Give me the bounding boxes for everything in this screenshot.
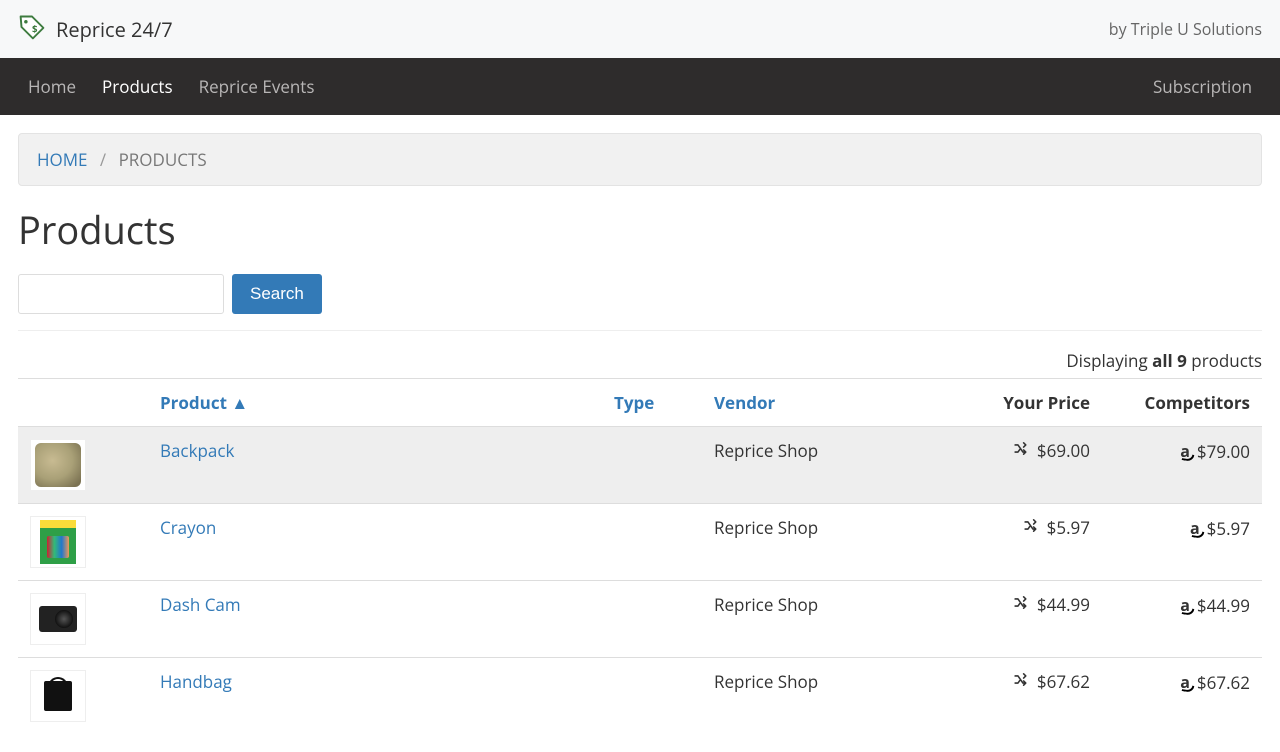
- competitor-price-value: $44.99: [1197, 594, 1250, 617]
- top-bar: $ Reprice 24/7 by Triple U Solutions: [0, 0, 1280, 58]
- cell-thumb: [18, 581, 148, 658]
- cell-product: Dash Cam: [148, 581, 602, 658]
- col-vendor[interactable]: Vendor: [702, 379, 932, 427]
- amazon-icon: a: [1180, 674, 1190, 690]
- search-button[interactable]: Search: [232, 274, 322, 314]
- product-link[interactable]: Handbag: [160, 670, 232, 693]
- product-link[interactable]: Backpack: [160, 439, 234, 462]
- competitor-price-value: $79.00: [1197, 440, 1250, 463]
- byline: by Triple U Solutions: [1109, 18, 1262, 40]
- col-thumb: [18, 379, 148, 427]
- your-price-value: $5.97: [1047, 516, 1090, 539]
- shuffle-icon: [1013, 670, 1030, 693]
- breadcrumb-current: PRODUCTS: [119, 148, 207, 171]
- table-row: Backpack Reprice Shop $69.00 a $79.00: [18, 427, 1262, 504]
- brand: $ Reprice 24/7: [18, 13, 173, 46]
- amazon-icon: a: [1180, 443, 1190, 459]
- cell-competitor: a $79.00: [1102, 427, 1262, 504]
- result-count: Displaying all 9 products: [18, 349, 1262, 372]
- breadcrumb-separator: /: [92, 148, 114, 171]
- cell-type: [602, 427, 702, 504]
- cell-competitor: a $5.97: [1102, 504, 1262, 581]
- amazon-icon: a: [1190, 520, 1200, 536]
- cell-vendor: Reprice Shop: [702, 581, 932, 658]
- cell-product: Crayon: [148, 504, 602, 581]
- product-link[interactable]: Dash Cam: [160, 593, 241, 616]
- cell-vendor: Reprice Shop: [702, 427, 932, 504]
- brand-name: Reprice 24/7: [56, 16, 173, 43]
- cell-your-price: $67.62: [932, 658, 1102, 735]
- search-row: Search: [18, 274, 1262, 314]
- table-row: Crayon Reprice Shop $5.97 a $5.97: [18, 504, 1262, 581]
- shuffle-icon: [1013, 439, 1030, 462]
- cell-thumb: [18, 427, 148, 504]
- product-thumbnail: [30, 593, 86, 645]
- page-title: Products: [18, 204, 1262, 256]
- product-link[interactable]: Crayon: [160, 516, 216, 539]
- cell-type: [602, 504, 702, 581]
- cell-competitor: a $44.99: [1102, 581, 1262, 658]
- competitor-price-value: $67.62: [1197, 671, 1250, 694]
- amazon-icon: a: [1180, 597, 1190, 613]
- col-competitors: Competitors: [1102, 379, 1262, 427]
- col-your-price: Your Price: [932, 379, 1102, 427]
- main-nav: Home Products Reprice Events Subscriptio…: [0, 58, 1280, 115]
- your-price-value: $44.99: [1037, 593, 1090, 616]
- search-input[interactable]: [18, 274, 224, 314]
- nav-item-reprice-events[interactable]: Reprice Events: [199, 75, 315, 98]
- nav-left: Home Products Reprice Events: [28, 75, 314, 98]
- price-tag-icon: $: [18, 13, 46, 46]
- table-row: Dash Cam Reprice Shop $44.99 a $44.99: [18, 581, 1262, 658]
- cell-your-price: $69.00: [932, 427, 1102, 504]
- breadcrumb: HOME / PRODUCTS: [18, 133, 1262, 186]
- your-price-value: $69.00: [1037, 439, 1090, 462]
- cell-type: [602, 658, 702, 735]
- col-type[interactable]: Type: [602, 379, 702, 427]
- cell-competitor: a $67.62: [1102, 658, 1262, 735]
- col-product[interactable]: Product ▲: [148, 379, 602, 427]
- nav-item-products[interactable]: Products: [102, 75, 173, 98]
- product-thumbnail: [30, 516, 86, 568]
- nav-item-home[interactable]: Home: [28, 75, 76, 98]
- cell-your-price: $5.97: [932, 504, 1102, 581]
- shuffle-icon: [1023, 516, 1040, 539]
- divider: [18, 330, 1262, 331]
- cell-thumb: [18, 658, 148, 735]
- cell-product: Backpack: [148, 427, 602, 504]
- products-table: Product ▲ Type Vendor Your Price Competi…: [18, 378, 1262, 734]
- nav-right: Subscription: [1153, 75, 1252, 98]
- nav-item-subscription[interactable]: Subscription: [1153, 75, 1252, 98]
- breadcrumb-home[interactable]: HOME: [37, 148, 88, 171]
- your-price-value: $67.62: [1037, 670, 1090, 693]
- svg-text:$: $: [32, 22, 38, 35]
- table-row: Handbag Reprice Shop $67.62 a $67.62: [18, 658, 1262, 735]
- competitor-price-value: $5.97: [1207, 517, 1250, 540]
- cell-type: [602, 581, 702, 658]
- product-thumbnail: [30, 670, 86, 722]
- cell-vendor: Reprice Shop: [702, 658, 932, 735]
- product-thumbnail: [30, 439, 86, 491]
- cell-your-price: $44.99: [932, 581, 1102, 658]
- shuffle-icon: [1013, 593, 1030, 616]
- cell-product: Handbag: [148, 658, 602, 735]
- cell-thumb: [18, 504, 148, 581]
- cell-vendor: Reprice Shop: [702, 504, 932, 581]
